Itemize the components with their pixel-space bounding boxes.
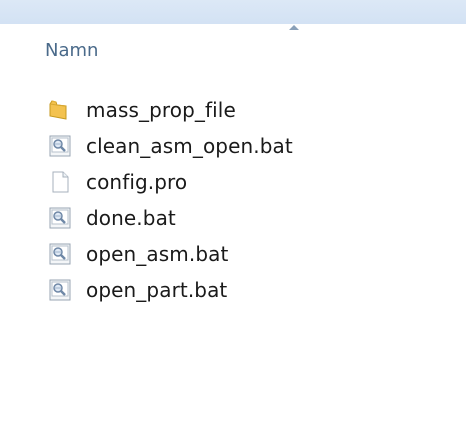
batch-file-icon xyxy=(49,279,71,301)
folder-icon xyxy=(49,100,67,120)
file-name: open_asm.bat xyxy=(86,242,229,266)
file-explorer-pane: Namn mass_prop_file clean_asm_open.bat c… xyxy=(0,0,466,433)
batch-file-icon xyxy=(49,135,71,157)
sort-ascending-icon[interactable] xyxy=(289,25,299,30)
file-row-folder[interactable]: mass_prop_file xyxy=(48,92,293,128)
column-header-bar xyxy=(0,0,466,24)
file-name: clean_asm_open.bat xyxy=(86,134,293,158)
file-row-batch[interactable]: done.bat xyxy=(48,200,293,236)
file-list: mass_prop_file clean_asm_open.bat config… xyxy=(48,92,293,308)
batch-file-icon xyxy=(49,207,71,229)
batch-file-icon xyxy=(49,243,71,265)
document-icon xyxy=(52,171,69,193)
file-row-document[interactable]: config.pro xyxy=(48,164,293,200)
file-row-batch[interactable]: clean_asm_open.bat xyxy=(48,128,293,164)
file-row-batch[interactable]: open_part.bat xyxy=(48,272,293,308)
column-header-name[interactable]: Namn xyxy=(45,40,98,61)
file-name: open_part.bat xyxy=(86,278,228,302)
file-row-batch[interactable]: open_asm.bat xyxy=(48,236,293,272)
file-name: mass_prop_file xyxy=(86,98,236,122)
file-name: done.bat xyxy=(86,206,176,230)
file-name: config.pro xyxy=(86,170,188,194)
